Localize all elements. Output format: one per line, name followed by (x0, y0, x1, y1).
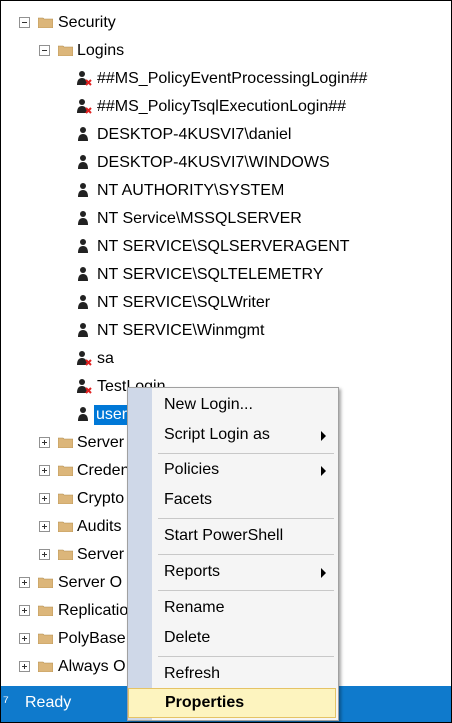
tree-node-folder[interactable]: Crypto (77, 489, 124, 509)
expand-toggle[interactable] (19, 633, 30, 644)
object-explorer: Security Logins ##MS_PolicyEventProcessi… (0, 0, 452, 723)
folder-icon (58, 465, 73, 476)
tree-node-folder[interactable]: Server (77, 545, 124, 565)
tree-node-folder[interactable]: Audits (77, 517, 121, 537)
tree-node-login[interactable]: DESKTOP-4KUSVI7\daniel (97, 125, 291, 145)
tree-node-login[interactable]: ##MS_PolicyEventProcessingLogin## (97, 69, 367, 89)
expand-toggle[interactable] (39, 437, 50, 448)
context-menu: New Login... Script Login as Policies Fa… (127, 387, 339, 721)
folder-icon (58, 45, 73, 56)
folder-icon (58, 493, 73, 504)
expand-toggle[interactable] (39, 521, 50, 532)
login-user-icon (78, 407, 88, 421)
menu-item-properties[interactable]: Properties (128, 688, 336, 718)
folder-icon (58, 549, 73, 560)
menu-icon-gutter (128, 388, 152, 720)
login-user-icon (78, 155, 88, 169)
login-user-icon (78, 211, 88, 225)
menu-item-start-powershell[interactable]: Start PowerShell (152, 522, 336, 550)
disabled-login-icon (77, 71, 92, 86)
login-user-icon (78, 239, 88, 253)
menu-separator (158, 656, 334, 657)
folder-icon (38, 661, 53, 672)
tree-node-folder[interactable]: Server (77, 433, 124, 453)
menu-item-policies[interactable]: Policies (152, 456, 336, 484)
menu-item-facets[interactable]: Facets (152, 486, 336, 514)
expand-toggle[interactable] (19, 605, 30, 616)
disabled-login-icon (77, 379, 92, 394)
expand-toggle[interactable] (19, 577, 30, 588)
tree-node-security[interactable]: Security (58, 13, 116, 33)
folder-icon (38, 633, 53, 644)
expand-toggle[interactable] (39, 465, 50, 476)
tree-node-folder[interactable]: PolyBase (58, 629, 126, 649)
tree-node-login[interactable]: NT Service\MSSQLSERVER (97, 209, 302, 229)
menu-item-script-login-as[interactable]: Script Login as (152, 421, 336, 449)
folder-icon (58, 437, 73, 448)
collapse-security-toggle[interactable] (19, 17, 30, 28)
tree-node-login-selected[interactable]: user (94, 405, 130, 425)
tree-node-folder[interactable]: Creden (77, 461, 129, 481)
submenu-arrow-icon (321, 568, 326, 578)
menu-item-reports[interactable]: Reports (152, 558, 336, 586)
status-indicator-icon: ⁷ (3, 694, 9, 711)
menu-separator (158, 453, 334, 454)
folder-icon (58, 521, 73, 532)
tree-node-login[interactable]: NT SERVICE\SQLWriter (97, 293, 270, 313)
menu-separator (158, 554, 334, 555)
tree-node-login[interactable]: sa (97, 349, 114, 369)
menu-item-new-login[interactable]: New Login... (152, 391, 336, 419)
disabled-login-icon (77, 351, 92, 366)
login-user-icon (78, 183, 88, 197)
expand-toggle[interactable] (39, 549, 50, 560)
expand-toggle[interactable] (39, 493, 50, 504)
menu-separator (158, 518, 334, 519)
submenu-arrow-icon (321, 466, 326, 476)
menu-item-refresh[interactable]: Refresh (152, 660, 336, 688)
tree-node-folder[interactable]: Always O (58, 657, 126, 677)
status-text: Ready (25, 694, 72, 711)
folder-icon (38, 605, 53, 616)
tree-node-login[interactable]: NT SERVICE\SQLTELEMETRY (97, 265, 323, 285)
tree-node-login[interactable]: ##MS_PolicyTsqlExecutionLogin## (97, 97, 346, 117)
tree-node-login[interactable]: NT SERVICE\SQLSERVERAGENT (97, 237, 350, 257)
login-user-icon (78, 127, 88, 141)
tree-node-login[interactable]: DESKTOP-4KUSVI7\WINDOWS (97, 153, 330, 173)
login-user-icon (78, 295, 88, 309)
folder-icon (38, 577, 53, 588)
tree-node-login[interactable]: NT AUTHORITY\SYSTEM (97, 181, 284, 201)
tree-node-folder[interactable]: Replicatio (58, 601, 128, 621)
disabled-login-icon (77, 99, 92, 114)
folder-icon (38, 17, 53, 28)
collapse-logins-toggle[interactable] (39, 45, 50, 56)
menu-separator (158, 590, 334, 591)
tree-node-login[interactable]: NT SERVICE\Winmgmt (97, 321, 264, 341)
login-user-icon (78, 323, 88, 337)
expand-toggle[interactable] (19, 661, 30, 672)
tree-node-logins[interactable]: Logins (77, 41, 124, 61)
menu-item-rename[interactable]: Rename (152, 594, 336, 622)
submenu-arrow-icon (321, 431, 326, 441)
login-user-icon (78, 267, 88, 281)
tree-node-folder[interactable]: Server O (58, 573, 122, 593)
menu-item-delete[interactable]: Delete (152, 624, 336, 652)
